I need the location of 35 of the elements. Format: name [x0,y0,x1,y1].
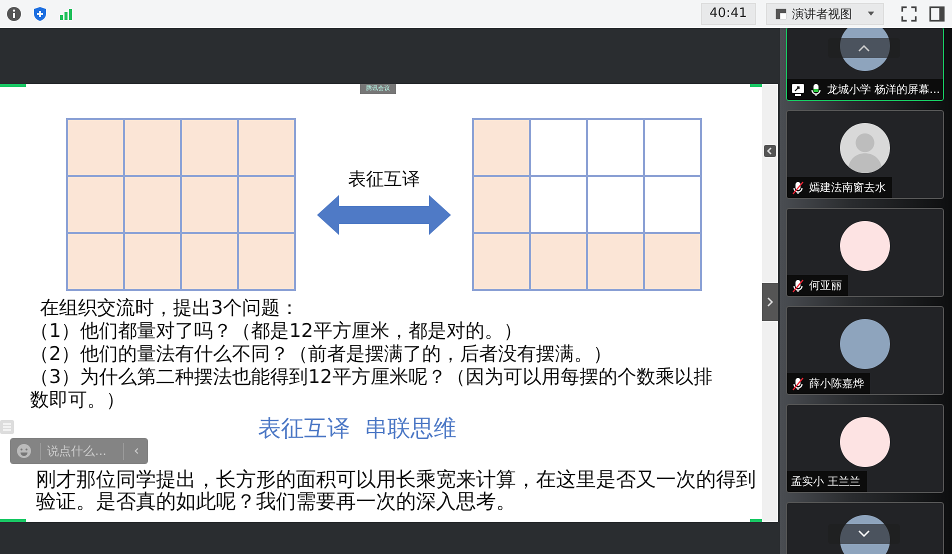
scroll-up-button[interactable] [828,38,900,58]
participant-name: 孟实小 王兰兰 [791,474,860,489]
chevron-left-icon[interactable] [764,145,776,157]
frame-corner-mark [0,519,26,522]
chevron-down-icon [858,530,870,538]
participant-tile[interactable]: 何亚丽 [786,208,944,297]
info-icon[interactable] [6,6,22,22]
fullscreen-icon[interactable] [900,5,918,23]
shield-icon[interactable] [32,6,48,22]
participant-tile[interactable]: 龙城小学 杨洋的屏幕... [786,28,944,101]
question-text: （3）为什么第二种摆法也能得到12平方厘米呢？（因为可以用每摆的个数乘以排数即可。） [30,366,714,412]
question-text: （1）他们都量对了吗？（都是12平方厘米，都是对的。） [30,320,524,343]
participant-name: 嫣建法南窗去水 [809,180,886,195]
caret-icon [867,11,875,17]
participant-name: 何亚丽 [809,278,842,293]
frame-corner-mark [0,84,26,87]
signal-bars-icon[interactable] [58,6,74,22]
question-text: （2）他们的量法有什么不同？（前者是摆满了的，后者没有摆满。） [30,343,614,366]
participant-tile[interactable]: 孟实小 王兰兰 [786,404,944,493]
slide-text: 在组织交流时，提出3个问题： [40,297,300,320]
meeting-timer: 40:41 [700,3,756,25]
participant-tile[interactable]: 嫣建法南窗去水 [786,110,944,199]
participant-tile[interactable]: 薛小陈嘉烨 [786,306,944,395]
chevron-up-icon [858,44,870,52]
presenter-view-button[interactable]: 演讲者视图 [766,3,884,25]
sidebar-toggle-icon[interactable] [928,5,946,23]
emoji-icon[interactable] [16,443,32,459]
participant-name: 薛小陈嘉烨 [809,376,864,391]
expand-panel-handle[interactable] [762,283,778,321]
double-arrow-icon [317,194,451,234]
chat-placeholder: 说点什么... [40,442,124,460]
slide-paragraph: 刚才那位同学提出，长方形的面积可以用长乘宽来计算，在这里是否又一次的得到验证。是否真的如此呢？我们需要再一次的深入思考。 [36,468,757,512]
layout-icon [775,8,787,20]
participant-name: 龙城小学 杨洋的屏幕... [827,82,940,97]
slide-subtitle: 表征互译 串联思维 [258,415,457,444]
